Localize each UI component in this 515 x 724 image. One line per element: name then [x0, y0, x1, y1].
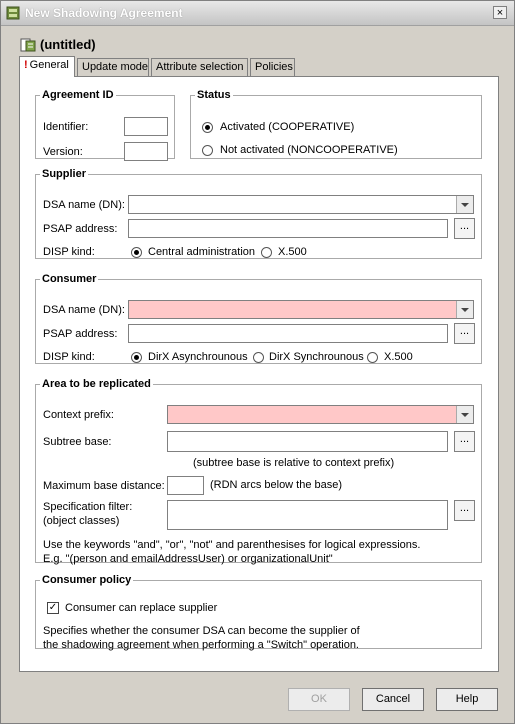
version-input[interactable] [124, 142, 168, 161]
policy-note-1: Specifies whether the consumer DSA can b… [43, 625, 360, 637]
tab-policies-label: Policies [255, 61, 293, 73]
tab-attribute-selection-label: Attribute selection [156, 61, 244, 73]
consumer-dsa-combo[interactable] [128, 300, 474, 319]
document-title: (untitled) [40, 37, 96, 52]
spec-filter-browse-button[interactable]: ... [454, 500, 475, 521]
supplier-disp-central-radio[interactable] [131, 247, 142, 258]
consumer-disp-async-label[interactable]: DirX Asynchrounous [148, 351, 248, 363]
subtree-base-browse-button[interactable]: ... [454, 431, 475, 452]
dialog-window: New Shadowing Agreement × (untitled) ! Ge… [0, 0, 515, 724]
chevron-down-icon[interactable] [456, 301, 473, 318]
status-group: Status Activated (COOPERATIVE) Not activ… [190, 89, 482, 159]
chevron-down-icon[interactable] [456, 406, 473, 423]
consumer-disp-async-radio[interactable] [131, 352, 142, 363]
version-label: Version: [43, 146, 83, 158]
checkmark-icon: ✓ [48, 602, 58, 613]
consumer-disp-x500-label[interactable]: X.500 [384, 351, 413, 363]
identifier-label: Identifier: [43, 121, 89, 133]
consumer-psap-label: PSAP address: [43, 328, 118, 340]
tab-update-mode[interactable]: Update mode [77, 58, 149, 76]
tab-attribute-selection[interactable]: Attribute selection [151, 58, 248, 76]
consumer-disp-x500-radio[interactable] [367, 352, 378, 363]
consumer-disp-label: DISP kind: [43, 351, 95, 363]
consumer-dsa-label: DSA name (DN): [43, 304, 125, 316]
max-distance-label: Maximum base distance: [43, 480, 165, 492]
shadowing-agreement-icon [20, 38, 36, 52]
subtree-base-note: (subtree base is relative to context pre… [193, 457, 395, 469]
agreement-id-group: Agreement ID Identifier: Version: [35, 89, 175, 161]
spec-filter-sublabel: (object classes) [43, 515, 120, 527]
close-button[interactable]: × [493, 6, 507, 19]
max-distance-input[interactable] [167, 476, 204, 495]
spec-filter-help-1: Use the keywords "and", "or", "not" and … [43, 539, 421, 551]
tab-general-label: General [29, 59, 69, 71]
status-activated-label[interactable]: Activated (COOPERATIVE) [220, 121, 354, 133]
app-icon [6, 6, 20, 20]
supplier-psap-label: PSAP address: [43, 223, 118, 235]
consumer-psap-input[interactable] [128, 324, 448, 343]
supplier-legend: Supplier [42, 168, 87, 180]
supplier-group: Supplier DSA name (DN): PSAP address: ..… [35, 168, 482, 259]
supplier-dsa-combo[interactable] [128, 195, 474, 214]
subtree-base-input[interactable] [167, 431, 448, 452]
status-legend: Status [197, 89, 231, 101]
status-activated-radio[interactable] [202, 122, 213, 133]
consumer-policy-legend: Consumer policy [42, 574, 132, 586]
supplier-disp-x500-label[interactable]: X.500 [278, 246, 307, 258]
replace-supplier-label[interactable]: Consumer can replace supplier [65, 602, 217, 614]
area-group: Area to be replicated Context prefix: Su… [35, 378, 482, 565]
spec-filter-help-2: E.g. "(person and emailAddressUser) or o… [43, 553, 333, 565]
ok-button[interactable]: OK [288, 688, 350, 711]
tab-alert-icon: ! [24, 59, 28, 71]
tab-update-mode-label: Update mode [82, 61, 149, 73]
consumer-group: Consumer DSA name (DN): PSAP address: ..… [35, 273, 482, 364]
supplier-disp-x500-radio[interactable] [261, 247, 272, 258]
status-not-activated-radio[interactable] [202, 145, 213, 156]
area-legend: Area to be replicated [42, 378, 151, 390]
chevron-down-icon[interactable] [456, 196, 473, 213]
tab-general[interactable]: ! General [19, 56, 75, 77]
consumer-disp-sync-radio[interactable] [253, 352, 264, 363]
status-not-activated-label[interactable]: Not activated (NONCOOPERATIVE) [220, 144, 398, 156]
identifier-input[interactable] [124, 117, 168, 136]
help-button[interactable]: Help [436, 688, 498, 711]
replace-supplier-checkbox[interactable]: ✓ [47, 602, 59, 614]
supplier-disp-label: DISP kind: [43, 246, 95, 258]
title-bar[interactable]: New Shadowing Agreement × [1, 1, 514, 26]
tab-policies[interactable]: Policies [250, 58, 295, 76]
cancel-button[interactable]: Cancel [362, 688, 424, 711]
max-distance-note: (RDN arcs below the base) [210, 479, 343, 491]
supplier-disp-central-label[interactable]: Central administration [148, 246, 255, 258]
consumer-psap-browse-button[interactable]: ... [454, 323, 475, 344]
consumer-disp-sync-label[interactable]: DirX Synchrounous [269, 351, 364, 363]
supplier-dsa-label: DSA name (DN): [43, 199, 125, 211]
subtree-base-label: Subtree base: [43, 436, 112, 448]
consumer-policy-group: Consumer policy ✓ Consumer can replace s… [35, 574, 482, 651]
consumer-legend: Consumer [42, 273, 97, 285]
spec-filter-label: Specification filter: [43, 501, 133, 513]
context-prefix-label: Context prefix: [43, 409, 114, 421]
supplier-psap-browse-button[interactable]: ... [454, 218, 475, 239]
policy-note-2: the shadowing agreement when performing … [43, 639, 359, 651]
window-title: New Shadowing Agreement [25, 6, 183, 20]
spec-filter-input[interactable] [167, 500, 448, 530]
supplier-psap-input[interactable] [128, 219, 448, 238]
agreement-id-legend: Agreement ID [42, 89, 114, 101]
context-prefix-combo[interactable] [167, 405, 474, 424]
general-tab-panel: Agreement ID Identifier: Version: Status… [19, 76, 499, 672]
